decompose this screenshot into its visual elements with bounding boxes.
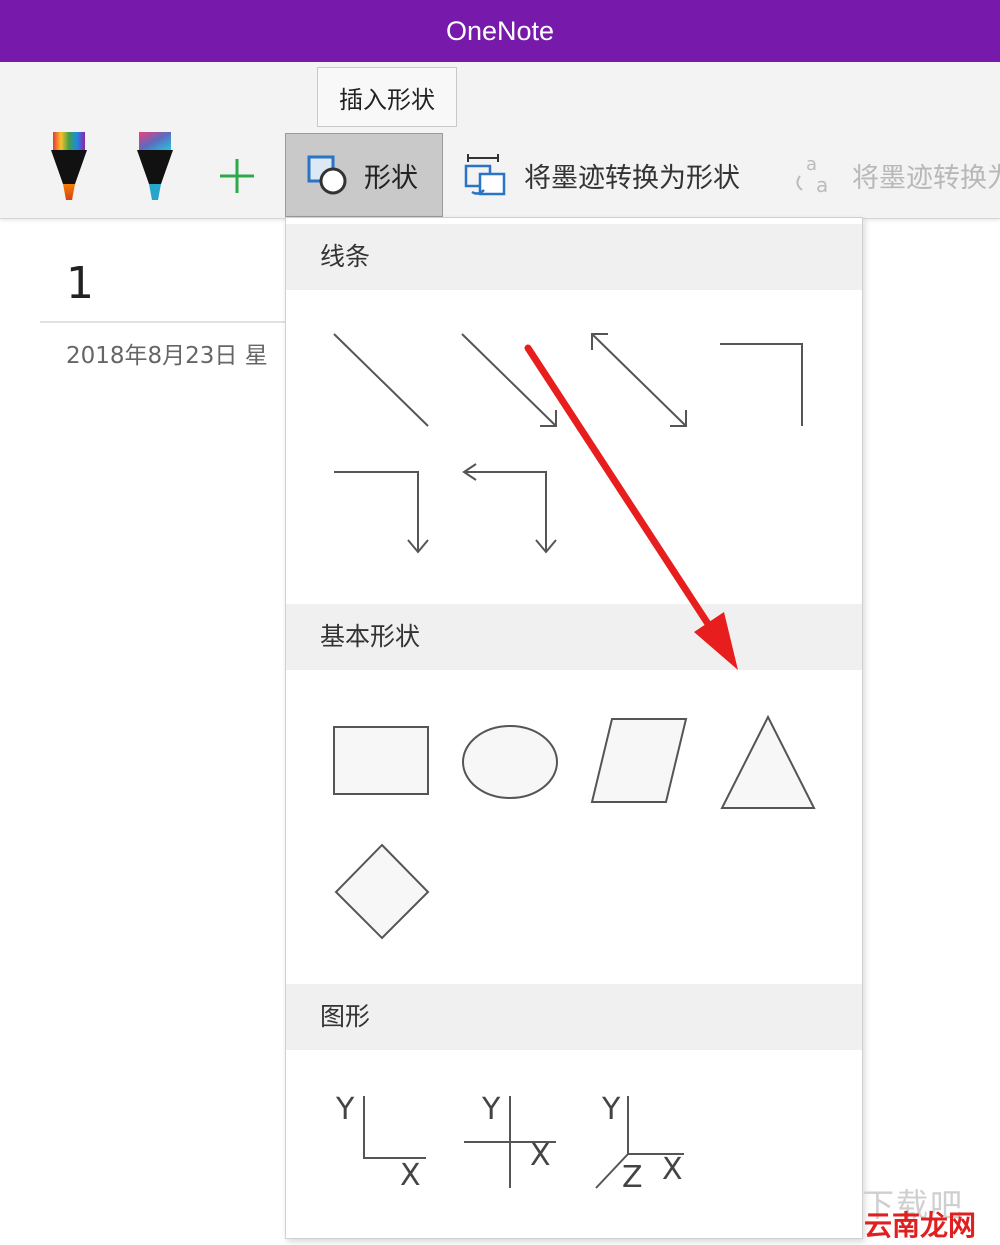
section-lines-header: 线条 (286, 224, 862, 290)
title-bar: OneNote (0, 0, 1000, 62)
xy-axis-shape[interactable]: Y X (334, 1092, 434, 1196)
double-arrow-line-shape[interactable] (582, 326, 692, 436)
section-graphs-title: 图形 (320, 1002, 371, 1031)
section-basic-shapes-title: 基本形状 (320, 622, 421, 651)
page-date: 2018年8月23日 星 (66, 343, 268, 369)
elbow-arrow-shape[interactable] (332, 468, 442, 558)
app-title: OneNote (445, 15, 555, 46)
line-shape[interactable] (326, 326, 436, 436)
watermark-bottom: 云南龙网 (864, 1209, 977, 1242)
parallelogram-shape[interactable] (590, 716, 690, 806)
ink-to-text-icon: a a (796, 154, 828, 197)
add-pen-button[interactable] (216, 155, 258, 197)
plus-icon (220, 159, 254, 193)
page-title[interactable]: 1 (66, 258, 94, 309)
axis-y-label: Y (602, 1092, 621, 1127)
cross-axis-shape[interactable]: Y X (462, 1092, 562, 1196)
svg-text:a: a (816, 173, 828, 197)
convert-ink-to-text-button[interactable]: a a 将墨迹转换为 (790, 152, 1000, 202)
axis-x-label: X (530, 1138, 551, 1173)
convert-ink-to-shape-label: 将墨迹转换为形状 (524, 163, 740, 194)
arrow-line-shape[interactable] (454, 326, 564, 436)
rectangle-shape[interactable] (332, 724, 432, 798)
axis-y-label: Y (482, 1092, 501, 1127)
axis-x-label: X (662, 1152, 683, 1187)
axis-x-label: X (400, 1158, 421, 1193)
axis-y-label: Y (336, 1092, 355, 1127)
svg-text:a: a (806, 154, 817, 175)
tooltip-text: 插入形状 (339, 85, 435, 114)
section-basic-shapes-header: 基本形状 (286, 604, 862, 670)
rainbow-pen-icon (51, 132, 87, 200)
convert-ink-to-shape-button[interactable]: 将墨迹转换为形状 (462, 152, 740, 202)
insert-shape-tooltip: 插入形状 (317, 67, 457, 127)
triangle-shape[interactable] (718, 712, 818, 812)
section-lines-title: 线条 (320, 242, 371, 271)
galaxy-pen-icon (137, 132, 173, 200)
shapes-button-label: 形状 (364, 163, 418, 194)
shapes-button[interactable]: 形状 (285, 133, 443, 217)
ellipse-shape[interactable] (460, 722, 560, 802)
insert-shape-icon (307, 155, 347, 195)
title-divider (40, 321, 288, 323)
section-graphs-header: 图形 (286, 984, 862, 1050)
shapes-dropdown: 线条 基本形状 图形 Y X Y X Y Z X (285, 217, 863, 1239)
watermark: 下载吧 云南龙网 (862, 1180, 994, 1242)
elbow-double-arrow-shape[interactable] (460, 462, 570, 558)
convert-ink-to-text-label: 将墨迹转换为 (852, 163, 1000, 194)
diamond-shape[interactable] (332, 842, 432, 942)
elbow-line-shape[interactable] (716, 338, 816, 438)
axis-z-label: Z (622, 1160, 643, 1195)
ink-to-shape-icon (464, 154, 506, 196)
xyz-axis-shape[interactable]: Y Z X (592, 1092, 692, 1196)
rainbow-pen-button[interactable] (48, 130, 90, 208)
galaxy-pen-button[interactable] (134, 130, 176, 208)
